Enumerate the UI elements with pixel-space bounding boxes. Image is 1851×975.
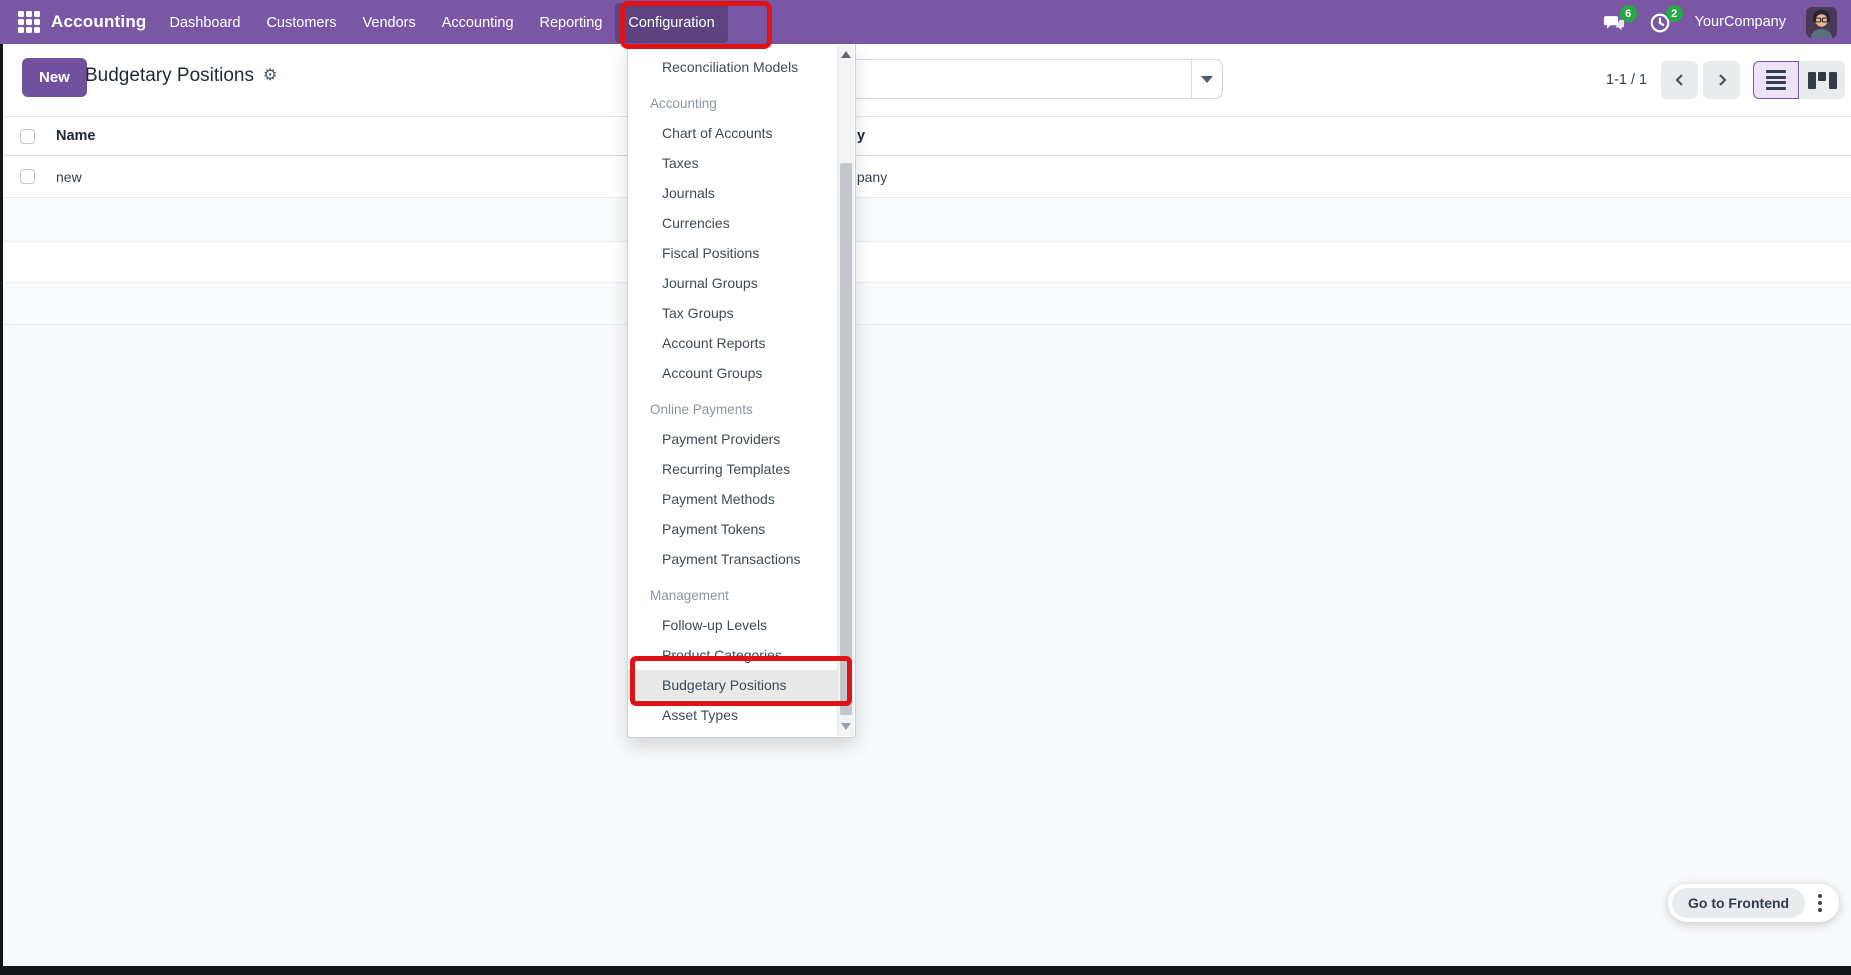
search-dropdown-toggle[interactable]: [1191, 60, 1222, 98]
pager-range: 1-1 / 1: [1606, 72, 1647, 88]
menu-item-reconciliation-models[interactable]: Reconciliation Models: [628, 52, 840, 82]
menu-item-account-groups[interactable]: Account Groups: [628, 358, 840, 388]
chevron-left-icon: [1673, 73, 1687, 87]
menu-item-journals[interactable]: Journals: [628, 178, 840, 208]
activities-icon[interactable]: 2: [1649, 9, 1675, 35]
menu-section-online-payments: Online Payments: [628, 396, 840, 424]
nav-item-accounting[interactable]: Accounting: [429, 3, 527, 43]
scroll-down-icon[interactable]: [841, 723, 851, 730]
page-title: Budgetary Positions: [85, 65, 254, 87]
screenshot-left-edge: [0, 44, 3, 966]
nav-item-configuration[interactable]: Configuration: [615, 3, 727, 43]
row-checkbox[interactable]: [20, 169, 35, 184]
menu-item-currencies[interactable]: Currencies: [628, 208, 840, 238]
nav-menu: Dashboard Customers Vendors Accounting R…: [157, 0, 728, 44]
screenshot-bottom-edge: [0, 966, 1851, 975]
menu-item-payment-methods[interactable]: Payment Methods: [628, 484, 840, 514]
new-button[interactable]: New: [22, 58, 87, 97]
menu-section-accounting: Accounting: [628, 90, 840, 118]
user-avatar[interactable]: [1806, 7, 1837, 38]
nav-item-vendors[interactable]: Vendors: [350, 3, 429, 43]
menu-item-payment-tokens[interactable]: Payment Tokens: [628, 514, 840, 544]
column-header-name[interactable]: Name: [56, 128, 96, 144]
top-navbar: Accounting Dashboard Customers Vendors A…: [0, 0, 1851, 44]
menu-item-payment-transactions[interactable]: Payment Transactions: [628, 544, 840, 574]
chevron-right-icon: [1715, 73, 1729, 87]
menu-item-product-categories[interactable]: Product Categories: [628, 640, 840, 670]
company-switcher[interactable]: YourCompany: [1695, 14, 1786, 30]
scroll-up-icon[interactable]: [841, 51, 851, 58]
dropdown-scrollbar[interactable]: [837, 45, 854, 736]
empty-row: [2, 283, 1851, 325]
list-view-button[interactable]: [1753, 61, 1799, 99]
menu-item-account-reports[interactable]: Account Reports: [628, 328, 840, 358]
nav-item-reporting[interactable]: Reporting: [527, 3, 616, 43]
menu-item-taxes[interactable]: Taxes: [628, 148, 840, 178]
menu-item-recurring-templates[interactable]: Recurring Templates: [628, 454, 840, 484]
empty-row: [2, 242, 1851, 283]
scrollbar-thumb[interactable]: [840, 163, 852, 715]
view-switcher: [1753, 61, 1845, 99]
empty-row: [2, 198, 1851, 242]
nav-item-customers[interactable]: Customers: [253, 3, 349, 43]
list-icon: [1766, 70, 1786, 90]
menu-item-asset-types[interactable]: Asset Types: [628, 700, 840, 730]
menu-item-journal-groups[interactable]: Journal Groups: [628, 268, 840, 298]
messages-badge: 6: [1620, 5, 1637, 22]
configuration-dropdown-menu: Reconciliation Models Accounting Chart o…: [627, 44, 856, 738]
control-panel: New Budgetary Positions ⚙ 1-1 / 1: [0, 44, 1851, 116]
menu-item-budgetary-positions[interactable]: Budgetary Positions: [628, 670, 840, 700]
menu-item-follow-up-levels[interactable]: Follow-up Levels: [628, 610, 840, 640]
chevron-down-icon: [1201, 76, 1213, 83]
select-all-checkbox[interactable]: [20, 129, 35, 144]
table-header-row: Name Company: [2, 116, 1851, 156]
floating-action-group: Go to Frontend: [1668, 884, 1839, 922]
pager-next-button[interactable]: [1703, 61, 1740, 99]
kanban-view-button[interactable]: [1799, 61, 1845, 99]
table-row[interactable]: new YourCompany: [2, 156, 1851, 198]
gear-icon[interactable]: ⚙: [263, 68, 277, 84]
menu-item-fiscal-positions[interactable]: Fiscal Positions: [628, 238, 840, 268]
activities-badge: 2: [1666, 5, 1683, 22]
list-view: Name Company new YourCompany: [2, 116, 1851, 325]
row-name-cell: new: [56, 169, 82, 185]
menu-section-management: Management: [628, 582, 840, 610]
menu-item-payment-providers[interactable]: Payment Providers: [628, 424, 840, 454]
nav-item-dashboard[interactable]: Dashboard: [157, 3, 254, 43]
messages-icon[interactable]: 6: [1603, 9, 1629, 35]
pager-previous-button[interactable]: [1661, 61, 1698, 99]
menu-item-tax-groups[interactable]: Tax Groups: [628, 298, 840, 328]
kanban-icon: [1808, 72, 1837, 89]
kebab-menu-button[interactable]: [1805, 888, 1835, 918]
app-brand[interactable]: Accounting: [51, 12, 147, 32]
menu-item-chart-of-accounts[interactable]: Chart of Accounts: [628, 118, 840, 148]
go-to-frontend-button[interactable]: Go to Frontend: [1672, 888, 1805, 918]
apps-grid-icon[interactable]: [18, 11, 40, 33]
systray: 6 2 YourCompany: [1603, 7, 1851, 38]
